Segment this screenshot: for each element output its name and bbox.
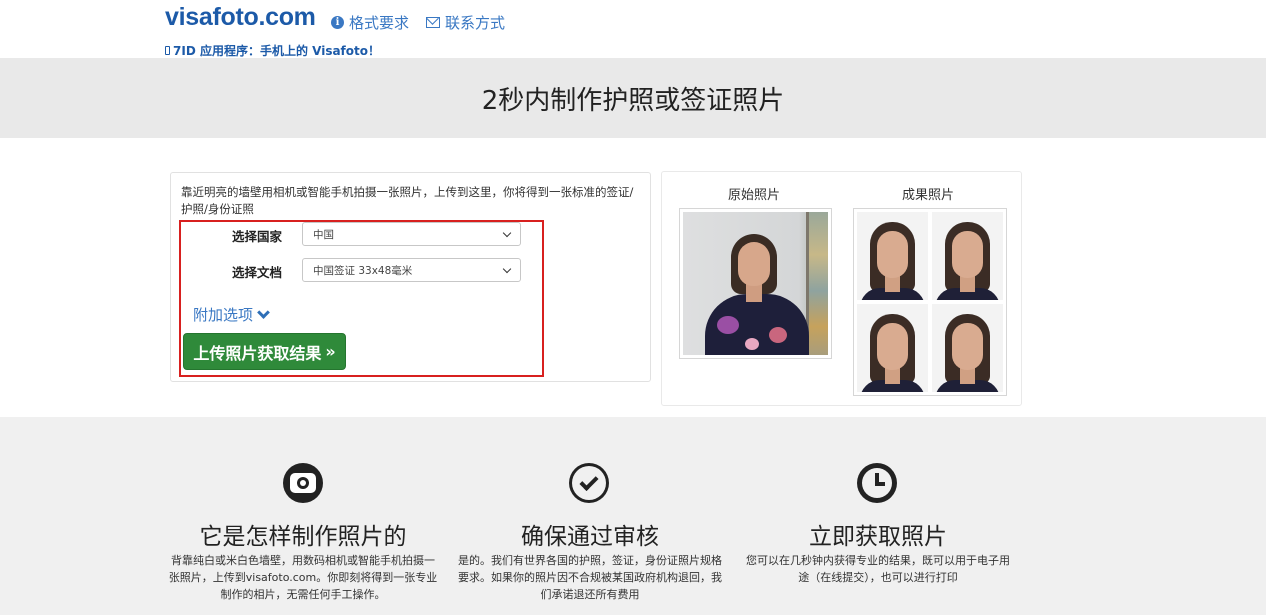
country-select[interactable]: 中国 xyxy=(302,222,521,246)
feature-text: 是的。我们有世界各国的护照，签证，身份证照片规格要求。如果你的照片因不合规被某国… xyxy=(458,554,722,601)
country-select-value: 中国 xyxy=(313,228,334,241)
form-highlight-box: 选择国家 中国 选择文档 中国签证 33x48毫米 附加选项 上传照片获取结果 … xyxy=(179,220,544,377)
chevron-down-icon xyxy=(257,305,270,319)
feature-title: 立即获取照片 xyxy=(809,524,947,550)
page-title: 2秒内制作护照或签证照片 xyxy=(481,85,785,116)
double-chevron-right-icon: » xyxy=(325,342,336,361)
document-select[interactable]: 中国签证 33x48毫米 xyxy=(302,258,521,282)
nav-formats-label: 格式要求 xyxy=(349,14,410,32)
result-photo xyxy=(857,212,928,300)
upload-button-label: 上传照片获取结果 xyxy=(193,343,322,363)
check-circle-icon xyxy=(569,463,609,503)
document-select-value: 中国签证 33x48毫米 xyxy=(313,264,413,277)
result-photo xyxy=(932,212,1003,300)
app-promo-link[interactable]: 7ID 应用程序：手机上的 Visafoto！ xyxy=(165,42,380,59)
camera-icon xyxy=(283,463,323,503)
chevron-down-icon xyxy=(502,264,512,273)
document-label: 选择文档 xyxy=(232,265,283,280)
result-photo xyxy=(857,304,928,392)
preview-panel: 原始照片 成果照片 xyxy=(661,171,1022,406)
nav-contacts-link[interactable]: 联系方式 xyxy=(426,12,505,33)
result-photo xyxy=(932,304,1003,392)
original-photo xyxy=(683,212,828,355)
upload-panel: 靠近明亮的墙壁用相机或智能手机拍摄一张照片，上传到这里，你将得到一张标准的签证/… xyxy=(170,172,651,382)
app-promo-label: 7ID 应用程序：手机上的 Visafoto！ xyxy=(173,44,381,58)
hero-banner: 2秒内制作护照或签证照片 xyxy=(0,58,1266,138)
phone-icon xyxy=(165,46,170,55)
nav-formats-link[interactable]: i 格式要求 xyxy=(331,12,409,33)
feature-title: 确保通过审核 xyxy=(521,524,659,550)
envelope-icon xyxy=(426,17,440,28)
upload-instructions: 靠近明亮的墙壁用相机或智能手机拍摄一张照片，上传到这里，你将得到一张标准的签证/… xyxy=(181,185,634,216)
additional-options-toggle[interactable]: 附加选项 xyxy=(193,304,270,325)
chevron-down-icon xyxy=(502,228,512,237)
info-icon: i xyxy=(331,16,344,29)
result-photo-frame xyxy=(853,208,1007,396)
feature-text: 背靠纯白或米白色墙壁，用数码相机或智能手机拍摄一张照片，上传到visafoto.… xyxy=(168,554,438,601)
original-photo-frame xyxy=(679,208,832,359)
feature-text: 您可以在几秒钟内获得专业的结果，既可以用于电子用途（在线提交），也可以进行打印 xyxy=(746,554,1010,584)
upload-photo-button[interactable]: 上传照片获取结果 » xyxy=(183,333,346,370)
nav-contacts-label: 联系方式 xyxy=(445,14,506,32)
additional-options-label: 附加选项 xyxy=(193,306,254,324)
original-photo-title: 原始照片 xyxy=(728,188,781,203)
clock-icon xyxy=(857,463,897,503)
features-section: 它是怎样制作照片的 背靠纯白或米白色墙壁，用数码相机或智能手机拍摄一张照片，上传… xyxy=(0,417,1266,615)
country-label: 选择国家 xyxy=(232,229,283,244)
site-logo[interactable]: visafoto.com xyxy=(165,3,316,32)
feature-title: 它是怎样制作照片的 xyxy=(199,524,407,550)
result-photo-title: 成果照片 xyxy=(902,188,955,203)
